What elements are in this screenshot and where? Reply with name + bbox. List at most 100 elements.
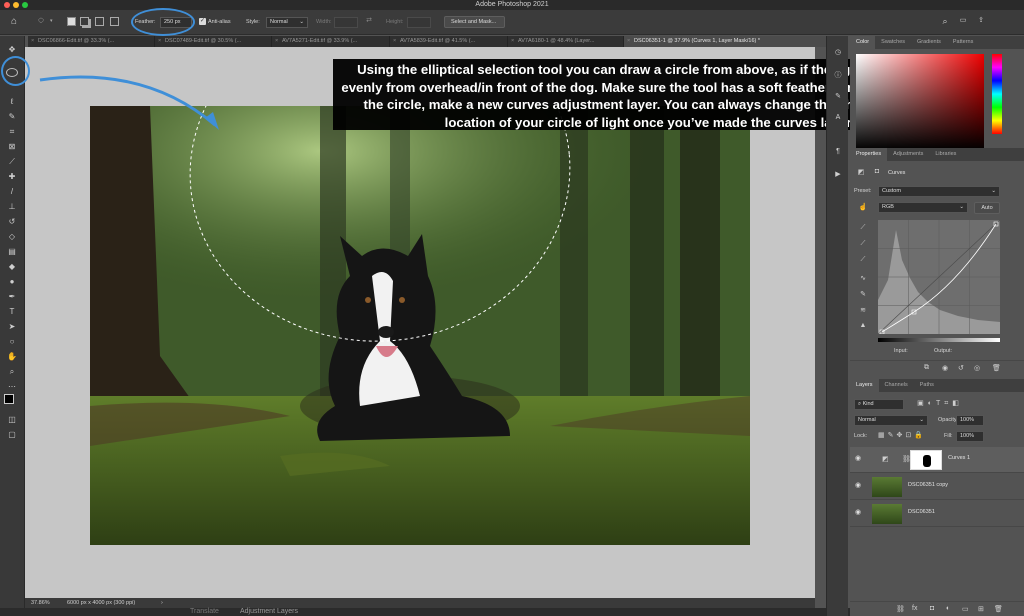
tab-swatches[interactable]: Swatches — [875, 36, 911, 49]
add-to-selection-icon[interactable] — [80, 17, 89, 26]
new-selection-icon[interactable] — [67, 17, 76, 26]
type-tool-icon[interactable]: T — [6, 306, 18, 317]
hue-slider[interactable] — [992, 54, 1002, 134]
auto-button[interactable]: Auto — [974, 202, 1000, 214]
doc-tab[interactable]: × DSC06866-Edit.tif @ 33.3% (... — [28, 36, 155, 47]
actions-panel-icon[interactable]: ▶ — [833, 170, 843, 178]
new-layer-icon[interactable]: ⊞ — [978, 605, 984, 613]
info-panel-icon[interactable]: ⓘ — [833, 70, 843, 80]
delete-layer-icon[interactable]: 🗑 — [994, 605, 1003, 613]
link-layers-icon[interactable]: ⛓ — [896, 605, 905, 613]
pen-tool-icon[interactable]: ✒ — [6, 291, 18, 302]
preset-select[interactable]: Custom ⌄ — [878, 186, 1000, 197]
close-tab-icon[interactable]: × — [275, 36, 278, 47]
paragraph-panel-icon[interactable]: ¶ — [833, 148, 843, 155]
dodge-tool-icon[interactable]: ● — [6, 276, 18, 287]
anti-alias-checkbox[interactable]: ✓ — [199, 18, 206, 25]
curves-graph[interactable] — [878, 220, 1000, 334]
new-adjustment-layer-icon[interactable]: ◐ — [946, 605, 950, 612]
tab-color[interactable]: Color — [850, 36, 876, 49]
history-brush-tool-icon[interactable]: ↺ — [6, 216, 18, 227]
foreground-color-swatch[interactable] — [4, 394, 14, 404]
close-tab-icon[interactable]: × — [393, 36, 396, 47]
frame-tool-icon[interactable]: ⊠ — [6, 141, 18, 152]
quick-mask-icon[interactable]: ◫ — [6, 414, 18, 425]
input-gradient-bar[interactable] — [878, 338, 1000, 342]
lasso-tool-icon[interactable]: ℓ — [6, 96, 18, 107]
clone-stamp-tool-icon[interactable]: ⊥ — [6, 201, 18, 212]
status-chevron-icon[interactable]: › — [161, 598, 163, 608]
pencil-draw-icon[interactable]: ✎ — [858, 290, 868, 298]
opacity-input[interactable]: 100% — [956, 415, 984, 426]
layer-name[interactable]: Curves 1 — [948, 455, 970, 461]
clipping-warning-icon[interactable]: ▲ — [858, 322, 868, 329]
layer-row-copy[interactable]: ◉ DSC06351 copy — [850, 474, 1024, 500]
smooth-curve-icon[interactable]: ≋ — [858, 306, 868, 314]
reset-icon[interactable]: ↺ — [958, 364, 964, 372]
tab-properties[interactable]: Properties — [850, 148, 888, 161]
healing-brush-tool-icon[interactable]: ✚ — [6, 171, 18, 182]
curve-points-icon[interactable]: ∿ — [858, 274, 868, 282]
tab-adjustments[interactable]: Adjustments — [887, 148, 929, 161]
layer-name[interactable]: DSC06351 — [908, 509, 935, 515]
doc-tab[interactable]: × DSC07489-Edit.tif @ 30.5% (... — [155, 36, 272, 47]
layer-row-curves[interactable]: ◉ ◩ ⛓ Curves 1 — [850, 447, 1024, 473]
preset-chevron-icon[interactable]: ▾ — [50, 18, 53, 24]
layer-visibility-eye-icon[interactable]: ◉ — [855, 455, 863, 462]
brush-settings-icon[interactable]: ✎ — [833, 92, 843, 100]
doc-tab-active[interactable]: × DSC06351-1 @ 37.9% (Curves 1, Layer Mas… — [624, 36, 830, 47]
home-icon[interactable]: ⌂ — [8, 16, 20, 27]
eyedropper-tool-icon[interactable]: ⟋ — [6, 156, 18, 167]
close-tab-icon[interactable]: × — [627, 36, 630, 47]
blend-mode-select[interactable]: Normal ⌄ — [854, 415, 928, 426]
doc-tab[interactable]: × AV7A5839-Edit.tif @ 41.5% (... — [390, 36, 508, 47]
fill-input[interactable]: 100% — [956, 431, 984, 442]
close-tab-icon[interactable]: × — [158, 36, 161, 47]
target-adjust-icon[interactable]: ☝ — [858, 203, 868, 211]
workspace-icon[interactable]: ▭ — [958, 16, 968, 24]
swap-icon[interactable]: ⇄ — [364, 16, 374, 24]
doc-tab[interactable]: × AV7A5271-Edit.tif @ 33.9% (... — [272, 36, 390, 47]
screen-mode-icon[interactable]: ▢ — [6, 429, 18, 440]
layer-style-icon[interactable]: fx — [912, 605, 917, 612]
tab-paths[interactable]: Paths — [914, 379, 940, 392]
eraser-tool-icon[interactable]: ◇ — [6, 231, 18, 242]
intersect-selection-icon[interactable] — [110, 17, 119, 26]
height-input[interactable] — [407, 17, 431, 28]
brush-tool-icon[interactable]: / — [6, 186, 18, 197]
close-tab-icon[interactable]: × — [31, 36, 34, 47]
quick-selection-tool-icon[interactable]: ✎ — [6, 111, 18, 122]
add-mask-icon[interactable]: ◘ — [930, 605, 934, 612]
gradient-tool-icon[interactable]: ▤ — [6, 246, 18, 257]
close-tab-icon[interactable]: × — [511, 36, 514, 47]
clip-to-layer-icon[interactable]: ⧉ — [924, 364, 929, 372]
layer-filter-icons[interactable]: ▣◐T⌗◧ — [910, 399, 970, 408]
move-tool-icon[interactable]: ✥ — [6, 44, 18, 55]
tab-libraries[interactable]: Libraries — [929, 148, 962, 161]
layer-name[interactable]: DSC06351 copy — [908, 482, 948, 488]
blur-tool-icon[interactable]: ◆ — [6, 261, 18, 272]
color-field[interactable] — [856, 54, 984, 150]
more-tools-icon[interactable]: ⋯ — [6, 381, 18, 392]
view-previous-icon[interactable]: ◉ — [942, 364, 948, 372]
layer-mask-thumbnail[interactable] — [910, 450, 942, 470]
document-photo[interactable] — [90, 106, 750, 545]
gray-point-eyedropper-icon[interactable]: ⟋ — [858, 240, 868, 248]
crop-tool-icon[interactable]: ⌗ — [6, 126, 18, 137]
tab-channels[interactable]: Channels — [879, 379, 914, 392]
share-icon[interactable]: ⇪ — [976, 16, 986, 24]
delete-adjustment-icon[interactable]: 🗑 — [992, 364, 1001, 372]
white-point-eyedropper-icon[interactable]: ⟋ — [858, 256, 868, 264]
ellipse-shape-tool-icon[interactable]: ○ — [6, 336, 18, 347]
path-selection-tool-icon[interactable]: ➤ — [6, 321, 18, 332]
tab-gradients[interactable]: Gradients — [911, 36, 947, 49]
new-group-icon[interactable]: ▭ — [962, 605, 969, 613]
zoom-level[interactable]: 37.86% — [31, 598, 50, 608]
tab-layers[interactable]: Layers — [850, 379, 879, 392]
document-info[interactable]: 6000 px x 4000 px (300 ppi) — [67, 598, 135, 608]
layer-row-background[interactable]: ◉ DSC06351 — [850, 501, 1024, 527]
channel-select[interactable]: RGB ⌄ — [878, 202, 968, 213]
zoom-tool-icon[interactable]: ⌕ — [6, 366, 18, 377]
doc-tab[interactable]: × AV7A6180-1 @ 48.4% (Layer... — [508, 36, 624, 47]
elliptical-marquee-preset-icon[interactable]: ◌ — [34, 15, 48, 26]
